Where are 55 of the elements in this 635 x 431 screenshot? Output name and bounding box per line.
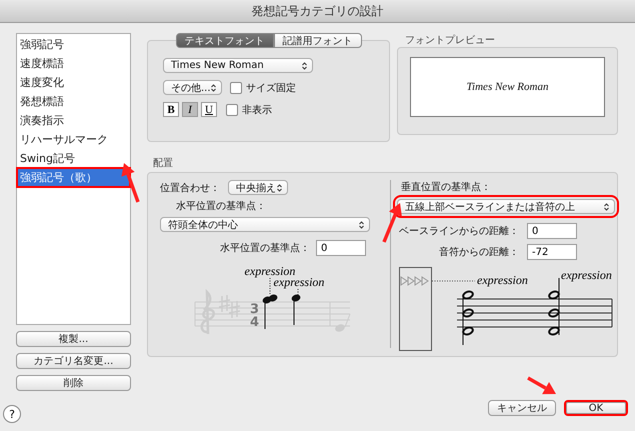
text-style-button[interactable]: U: [201, 102, 217, 117]
category-button[interactable]: 削除: [16, 375, 131, 391]
field-label: 水平位置の基準点：: [176, 200, 267, 213]
field-label: 音符からの距離：: [439, 246, 519, 259]
text-style-button[interactable]: B: [163, 102, 179, 117]
expression-text: expression: [244, 264, 296, 278]
expression-text: expression: [477, 273, 528, 287]
category-item[interactable]: 強弱記号: [17, 35, 130, 54]
font-tab[interactable]: 記譜用フォント: [274, 33, 362, 48]
category-item[interactable]: Swing記号: [17, 149, 130, 168]
chevron-icon: [302, 62, 307, 70]
chevron-icon: [277, 184, 282, 192]
window-title: 発想記号カテゴリの設計: [252, 2, 384, 20]
category-item[interactable]: 速度標語: [17, 54, 130, 73]
distance-field[interactable]: 0: [527, 223, 577, 239]
category-item[interactable]: 強弱記号（歌）: [17, 168, 130, 187]
category-button[interactable]: カテゴリ名変更...: [16, 353, 131, 369]
category-button[interactable]: 複製...: [16, 331, 131, 347]
leader-line: [432, 280, 476, 282]
time-signature: 4: [250, 315, 260, 330]
arrow-icon: [121, 163, 140, 203]
distance-field[interactable]: -72: [527, 244, 577, 260]
group-title: 配置: [153, 156, 174, 170]
category-item[interactable]: 速度変化: [17, 73, 130, 92]
category-item[interactable]: 演奏指示: [17, 111, 130, 130]
font-dropdown[interactable]: Times New Roman: [163, 58, 313, 73]
field-label: ベースラインからの距離：: [399, 225, 519, 238]
checkbox[interactable]: [226, 104, 238, 116]
size-dropdown[interactable]: その他...: [163, 80, 222, 95]
expression-text: expression: [561, 268, 612, 282]
group-title: フォントプレビュー: [405, 34, 496, 45]
expression-text: expression: [274, 275, 324, 289]
field-label: 位置合わせ：: [160, 182, 220, 194]
category-item[interactable]: 発想標語: [17, 92, 130, 111]
category-item[interactable]: リハーサルマーク: [17, 130, 130, 149]
time-signature: 3: [250, 302, 260, 317]
help-button[interactable]: ?: [3, 405, 21, 423]
chevron-icon: [211, 84, 216, 92]
checkbox-label: サイズ固定: [246, 82, 296, 94]
arrow-icon: [527, 376, 556, 394]
dialog-button[interactable]: キャンセル: [488, 400, 556, 416]
field-label: 垂直位置の基準点：: [401, 180, 492, 194]
dialog-button[interactable]: OK: [564, 400, 628, 416]
chevron-icon: [359, 220, 364, 228]
font-tab[interactable]: テキストフォント: [176, 33, 274, 48]
offset-field[interactable]: 0: [316, 240, 366, 256]
checkbox[interactable]: [230, 82, 242, 94]
note-drawing: [262, 294, 300, 330]
alignment-dropdown[interactable]: 中央揃え: [228, 180, 288, 195]
text-style-button[interactable]: I: [182, 102, 198, 117]
field-label: 水平位置の基準点：: [220, 242, 310, 255]
chevron-icon: [604, 202, 609, 210]
preview-text: Times New Roman: [466, 81, 548, 93]
horizontal-reference-dropdown[interactable]: 符頭全体の中心: [160, 217, 370, 232]
checkbox-label: 非表示: [242, 104, 272, 116]
